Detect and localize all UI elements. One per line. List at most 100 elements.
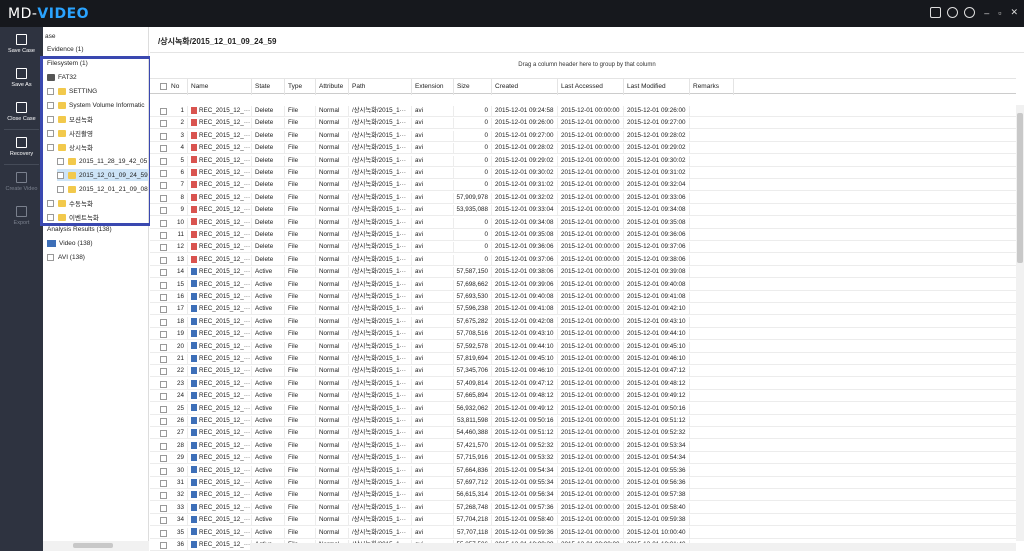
column-header[interactable]: Size [454,79,492,95]
table-row[interactable]: 14 REC_2015_12_··· Active File Normal/상시녹화/2… [150,267,1016,279]
table-row[interactable]: 15 REC_2015_12_··· Active File Normal/상시녹화/2… [150,279,1016,291]
table-row[interactable]: 27 REC_2015_12_··· Active File Normal/상시녹화/2… [150,428,1016,440]
column-header[interactable]: Extension [412,79,454,95]
row-checkbox[interactable] [160,182,167,190]
row-checkbox[interactable] [160,542,167,549]
row-checkbox[interactable] [160,219,167,227]
table-row[interactable]: 32 REC_2015_12_··· Active File Normal/상시녹화/2… [150,490,1016,502]
grid-horizontal-scrollbar[interactable] [250,543,1016,551]
row-checkbox[interactable] [160,331,167,339]
column-header[interactable]: Name [188,79,252,95]
table-row[interactable]: 25 REC_2015_12_··· Active File Normal/상시녹화/2… [150,403,1016,415]
select-all-checkbox[interactable] [160,83,167,90]
grid-vertical-scrollbar[interactable] [1016,105,1024,541]
table-row[interactable]: 28 REC_2015_12_··· Active File Normal/상시녹화/2… [150,440,1016,452]
minimize-button[interactable]: – [984,8,989,18]
row-checkbox[interactable] [160,232,167,239]
table-row[interactable]: 20 REC_2015_12_··· Active File Normal/상시녹화/2… [150,341,1016,353]
table-row[interactable]: 34 REC_2015_12_··· Active File Normal/상시녹화/2… [150,515,1016,527]
table-row[interactable]: 4 REC_2015_12_··· Delete File Normal/상시녹화/20… [150,143,1016,155]
row-checkbox[interactable] [160,504,167,512]
table-row[interactable]: 1 REC_2015_12_··· Delete File Normal/상시녹화/20… [150,106,1016,117]
tree-horizontal-scrollbar[interactable] [43,541,149,551]
save-case-button[interactable]: Save Case [0,27,43,61]
recovery-button[interactable]: Recovery [0,130,43,164]
table-row[interactable]: 26 REC_2015_12_··· Active File Normal/상시녹화/2… [150,416,1016,427]
table-row[interactable]: 18 REC_2015_12_··· Active File Normal/상시녹화/2… [150,316,1016,328]
save-as-button[interactable]: Save As [0,61,43,95]
video-node[interactable]: Video (138) [47,237,93,249]
row-checkbox[interactable] [160,368,167,376]
row-checkbox[interactable] [160,405,167,413]
column-header[interactable]: Remarks [690,79,734,95]
row-checkbox[interactable] [160,207,167,215]
row-checkbox[interactable] [160,157,167,165]
help-icon[interactable] [947,7,959,18]
table-row[interactable]: 2 REC_2015_12_··· Delete File Normal/상시녹화/20… [150,118,1016,130]
close-button[interactable]: ✕ [1010,7,1018,18]
table-row[interactable]: 12 REC_2015_12_··· Delete File Normal/상시녹화/2… [150,242,1016,254]
row-checkbox[interactable] [160,418,167,425]
table-row[interactable]: 7 REC_2015_12_··· Delete File Normal/상시녹화/20… [150,180,1016,192]
row-checkbox[interactable] [160,517,167,525]
row-checkbox[interactable] [160,194,167,202]
create-video-button[interactable]: Create Video [0,165,43,199]
column-header[interactable]: Type [285,79,316,95]
table-row[interactable]: 17 REC_2015_12_··· Active File Normal/상시녹화/2… [150,304,1016,316]
row-checkbox[interactable] [160,430,167,438]
row-checkbox[interactable] [160,244,167,252]
table-row[interactable]: 3 REC_2015_12_··· Delete File Normal/상시녹화/20… [150,130,1016,142]
evidence-node[interactable]: Evidence (1) [47,43,84,55]
table-row[interactable]: 30 REC_2015_12_··· Active File Normal/상시녹화/2… [150,465,1016,477]
table-row[interactable]: 23 REC_2015_12_··· Active File Normal/상시녹화/2… [150,378,1016,390]
table-row[interactable]: 31 REC_2015_12_··· Active File Normal/상시녹화/2… [150,478,1016,489]
table-row[interactable]: 13 REC_2015_12_··· Delete File Normal/상시녹화/2… [150,254,1016,266]
table-row[interactable]: 6 REC_2015_12_··· Delete File Normal/상시녹화/20… [150,168,1016,179]
case-node[interactable]: ase [45,30,55,42]
row-checkbox[interactable] [160,132,167,140]
row-checkbox[interactable] [160,455,167,463]
row-checkbox[interactable] [160,480,167,487]
row-checkbox[interactable] [160,120,167,128]
column-header[interactable]: Path [349,79,412,95]
table-row[interactable]: 33 REC_2015_12_··· Active File Normal/상시녹화/2… [150,502,1016,514]
table-row[interactable]: 10 REC_2015_12_··· Delete File Normal/상시녹화/2… [150,217,1016,229]
gear-icon[interactable] [964,7,976,18]
row-checkbox[interactable] [160,294,167,301]
row-checkbox[interactable] [160,492,167,500]
table-row[interactable]: 24 REC_2015_12_··· Active File Normal/상시녹화/2… [150,391,1016,403]
column-header[interactable]: No [168,79,188,95]
restore-button[interactable]: ▫ [998,8,1001,18]
row-checkbox[interactable] [160,306,167,314]
row-checkbox[interactable] [160,145,167,153]
close-case-button[interactable]: Close Case [0,95,43,129]
row-checkbox[interactable] [160,529,167,537]
column-header[interactable]: State [252,79,285,95]
row-checkbox[interactable] [160,467,167,475]
clipboard-icon[interactable] [930,7,942,18]
row-checkbox[interactable] [160,393,167,401]
column-header[interactable]: Last Modified [624,79,690,95]
export-button[interactable]: Export [0,199,43,233]
table-row[interactable]: 5 REC_2015_12_··· Delete File Normal/상시녹화/20… [150,155,1016,167]
group-by-hint[interactable]: Drag a column header here to group by th… [150,62,1024,68]
table-row[interactable]: 21 REC_2015_12_··· Active File Normal/상시녹화/2… [150,354,1016,365]
table-row[interactable]: 19 REC_2015_12_··· Active File Normal/상시녹화/2… [150,329,1016,341]
row-checkbox[interactable] [160,380,167,388]
table-row[interactable]: 16 REC_2015_12_··· Active File Normal/상시녹화/2… [150,292,1016,303]
table-row[interactable]: 29 REC_2015_12_··· Active File Normal/상시녹화/2… [150,453,1016,465]
row-checkbox[interactable] [160,442,167,450]
row-checkbox[interactable] [160,356,167,363]
row-checkbox[interactable] [160,281,167,289]
table-row[interactable]: 11 REC_2015_12_··· Delete File Normal/상시녹화/2… [150,230,1016,241]
table-row[interactable]: 8 REC_2015_12_··· Delete File Normal/상시녹화/20… [150,192,1016,204]
avi-node[interactable]: AVI (138) [47,251,85,263]
row-checkbox[interactable] [160,108,167,115]
row-checkbox[interactable] [160,256,167,264]
row-checkbox[interactable] [160,269,167,277]
table-row[interactable]: 35 REC_2015_12_··· Active File Normal/상시녹화/2… [150,527,1016,539]
column-header[interactable]: Last Accessed [558,79,624,95]
table-row[interactable]: 9 REC_2015_12_··· Delete File Normal/상시녹화/20… [150,205,1016,217]
column-header[interactable]: Attribute [316,79,349,95]
row-checkbox[interactable] [160,318,167,326]
